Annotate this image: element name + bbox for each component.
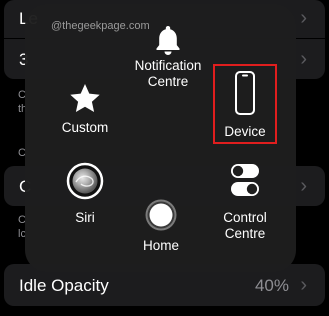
phone-icon — [205, 70, 285, 124]
home-button-icon — [126, 198, 196, 238]
home-button[interactable]: Home — [126, 198, 196, 254]
notification-centre-button[interactable]: Notification Centre — [118, 24, 218, 90]
device-button[interactable]: Device — [205, 70, 285, 140]
siri-button[interactable]: Siri — [47, 162, 123, 226]
star-icon — [45, 82, 125, 120]
custom-label: Custom — [61, 120, 109, 135]
chevron-right-icon: › — [300, 274, 307, 296]
chevron-right-icon: › — [300, 48, 307, 70]
siri-icon — [47, 162, 123, 210]
custom-button[interactable]: Custom — [45, 82, 125, 136]
notification-centre-label: Notification Centre — [134, 58, 202, 89]
toggles-icon — [205, 162, 285, 210]
chevron-right-icon: › — [300, 7, 307, 29]
idle-opacity-label: Idle Opacity — [19, 276, 109, 295]
siri-label: Siri — [75, 210, 95, 225]
home-label: Home — [142, 238, 179, 253]
control-centre-button[interactable]: Control Centre — [205, 162, 285, 242]
device-label: Device — [224, 124, 266, 139]
control-centre-label: Control Centre — [223, 210, 267, 241]
assistivetouch-menu: @thegeekpage.com Notification Centre Cus… — [25, 4, 296, 272]
bell-icon — [118, 24, 218, 58]
idle-opacity-value: 40% — [254, 276, 289, 295]
chevron-right-icon: › — [300, 175, 307, 197]
